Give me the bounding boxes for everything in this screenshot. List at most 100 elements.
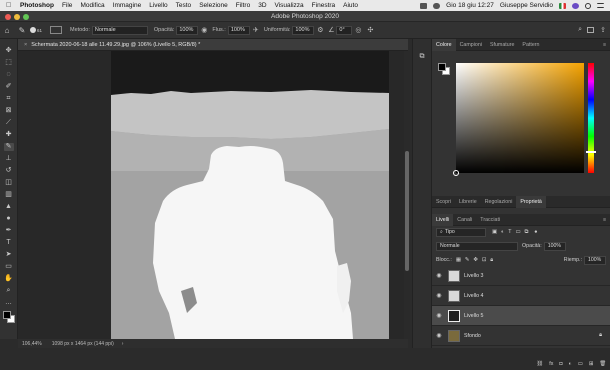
menu-modifica[interactable]: Modifica [80,2,104,9]
visibility-eye-icon[interactable]: ◉ [432,272,446,279]
filter-smart-icon[interactable]: ⧉ [524,229,528,236]
eraser-tool-icon[interactable]: ◫ [4,179,14,187]
link-layers-icon[interactable]: ⛓ [537,361,544,367]
menu-testo[interactable]: Testo [176,2,192,9]
new-group-icon[interactable]: ▭ [578,361,583,367]
add-mask-icon[interactable]: ◘ [559,361,562,367]
visibility-eye-icon[interactable]: ◉ [432,312,446,319]
brush-settings-icon[interactable] [50,26,62,34]
blur-tool-icon[interactable]: ▲ [4,203,14,211]
marquee-tool-icon[interactable]: ⬚ [4,59,14,67]
tab-tracciati[interactable]: Tracciati [476,214,504,226]
layer-row[interactable]: ◉ Livello 4 [432,286,610,306]
layer-filter-select[interactable]: ⌕ Tipo [436,227,486,237]
home-icon[interactable]: ⌂ [0,26,14,35]
frame-tool-icon[interactable]: ⊠ [4,107,14,115]
pressure-size-icon[interactable]: ◎ [352,26,364,34]
color-swatches[interactable] [3,311,17,325]
hue-slider-handle[interactable] [586,151,596,153]
apple-icon[interactable]:  [6,2,14,9]
share-icon[interactable]: ⇪ [600,26,606,34]
move-tool-icon[interactable]: ✥ [4,47,14,55]
more-tools-icon[interactable]: … [4,299,14,307]
tab-livelli[interactable]: Livelli [432,213,454,226]
metodo-select[interactable]: Normale [91,25,148,35]
tab-librerie[interactable]: Librerie [455,196,481,208]
quick-selection-tool-icon[interactable]: ✐ [4,83,14,91]
rectangle-tool-icon[interactable]: ▭ [4,263,14,271]
clone-stamp-tool-icon[interactable]: ⊥ [4,155,14,163]
layer-row-selected[interactable]: ◉ Livello 5 [432,306,610,326]
pen-tool-icon[interactable]: ✒ [4,227,14,235]
path-selection-tool-icon[interactable]: ➤ [4,251,14,259]
brush-preset-picker[interactable]: 61 [30,27,50,33]
visibility-eye-icon[interactable]: ◉ [432,332,446,339]
tab-regolazioni[interactable]: Regolazioni [481,196,517,208]
menu-list-icon[interactable] [597,3,604,8]
minimize-window-button[interactable] [14,14,20,20]
siri-icon[interactable] [572,2,579,9]
opacity-input[interactable]: 100% [543,241,566,251]
filter-adjust-icon[interactable]: ◐ [501,229,504,235]
symmetry-icon[interactable]: ✣ [364,26,376,34]
fg-swatch[interactable] [438,63,446,71]
lock-position-icon[interactable]: ✥ [473,257,477,263]
filter-type-icon[interactable]: T [508,229,511,235]
maximize-window-button[interactable] [23,14,29,20]
menu-photoshop[interactable]: Photoshop [20,2,54,9]
uniformita-input[interactable]: 100% [292,25,315,35]
blend-mode-select[interactable]: Normale [436,241,518,251]
tab-campioni[interactable]: Campioni [456,39,486,51]
fx-icon[interactable]: fx [549,361,553,367]
menu-livello[interactable]: Livello [149,2,167,9]
close-tab-icon[interactable]: × [24,42,27,48]
menu-file[interactable]: File [62,2,72,9]
angle-input[interactable]: 0° [336,25,353,35]
gradient-tool-icon[interactable]: ▥ [4,191,14,199]
filter-shape-icon[interactable]: ▭ [515,229,520,235]
lock-pixels-icon[interactable]: ✎ [465,257,469,263]
tab-sfumature[interactable]: Sfumature [486,39,518,51]
flusso-input[interactable]: 100% [227,25,250,35]
user-name[interactable]: Giuseppe Servidio [500,2,553,9]
zoom-level[interactable]: 106,44% [22,341,42,347]
lasso-tool-icon[interactable]: ◌ [4,71,14,79]
brush-tool-icon[interactable]: ✎ [3,143,14,151]
picker-cursor[interactable] [453,170,459,176]
wifi-icon[interactable] [433,2,441,9]
visibility-eye-icon[interactable]: ◉ [432,292,446,299]
menu-immagine[interactable]: Immagine [113,2,142,9]
filter-toggle-icon[interactable]: ● [534,229,537,235]
tab-canali[interactable]: Canali [453,214,476,226]
foreground-color-swatch[interactable] [3,311,11,319]
eyedropper-tool-icon[interactable]: ⟋ [4,119,14,127]
layers-menu-icon[interactable]: ≡ [603,217,606,223]
search-icon[interactable]: ⌕ [578,26,582,34]
document-image[interactable] [111,51,389,339]
menu-visualizza[interactable]: Visualizza [275,2,304,9]
hue-slider[interactable] [586,63,596,173]
tab-colore[interactable]: Colore [432,38,456,51]
menu-filtro[interactable]: Filtro [236,2,250,9]
crop-tool-icon[interactable]: ⌗ [4,95,14,103]
scrollbar-thumb[interactable] [405,151,409,271]
history-icon[interactable]: ⧉ [417,53,427,61]
hand-tool-icon[interactable]: ✋ [4,275,14,283]
status-menu-arrow-icon[interactable]: › [122,341,124,347]
tab-proprieta[interactable]: Proprietà [516,195,546,208]
zoom-tool-icon[interactable]: ⌕ [4,287,14,295]
lock-artboard-icon[interactable]: ⊡ [482,257,486,263]
panel-menu-icon[interactable]: ≡ [603,42,606,48]
clock[interactable]: Gio 18 giu 12:27 [446,2,494,9]
battery-icon[interactable] [420,2,428,9]
angle-icon[interactable]: ∠ [326,26,336,34]
canvas-vertical-scrollbar[interactable] [404,51,410,339]
close-window-button[interactable] [5,14,11,20]
adjustment-layer-icon[interactable]: ◐ [569,361,572,367]
new-layer-icon[interactable]: ⊞ [589,361,593,367]
smoothing-gear-icon[interactable]: ⚙ [314,26,326,34]
fill-input[interactable]: 100% [584,255,606,265]
airbrush-icon[interactable]: ✈ [250,26,262,34]
menu-3d[interactable]: 3D [258,2,266,9]
layer-row[interactable]: ◉ Livello 3 [432,266,610,286]
